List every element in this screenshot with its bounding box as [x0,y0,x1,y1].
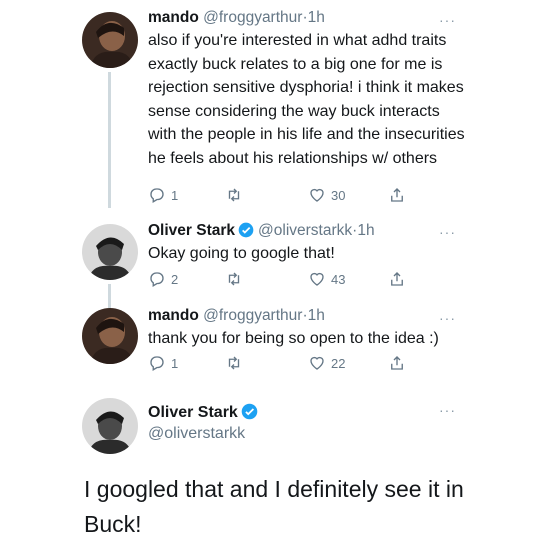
retweet-icon [228,356,240,370]
tweet-header: Oliver Stark @oliverstarkk·1h [148,221,468,241]
tweet-text: thank you for being so open to the idea … [148,330,439,347]
more-options-icon[interactable]: ··· [439,12,456,28]
more-options-icon[interactable]: ··· [439,402,456,418]
share-icon [391,272,403,286]
author-name[interactable]: mando [148,307,199,324]
heart-icon [310,272,324,286]
author-name[interactable]: Oliver Stark [148,404,238,421]
like-button[interactable]: 22 [308,354,345,372]
author-handle[interactable]: @froggyarthur [203,307,302,324]
tweet-header: mando @froggyarthur·1h [148,306,468,326]
like-count: 30 [331,187,346,203]
timestamp[interactable]: 1h [308,307,325,324]
tweet-body: mando @froggyarthur·1h thank you for bei… [148,306,468,351]
tweet-actions: 2 43 [148,270,418,292]
retweet-icon [228,188,240,202]
reply-count: 1 [171,187,179,203]
tweet-body: mando @froggyarthur·1h also if you're in… [148,8,468,171]
retweet-icon [228,272,240,286]
thread-line [108,72,111,208]
share-button[interactable] [388,354,406,372]
share-button[interactable] [388,270,406,288]
reply-button[interactable]: 1 [148,354,178,372]
main-tweet-header: Oliver Stark @oliverstarkk [148,402,262,444]
author-name[interactable]: mando [148,9,199,26]
reply-count: 2 [171,271,179,287]
tweet-actions: 1 22 [148,354,418,376]
like-count: 22 [331,355,346,371]
like-count: 43 [331,271,346,287]
reply-icon [150,356,164,371]
author-handle[interactable]: @oliverstarkk [148,423,262,444]
avatar[interactable] [82,398,138,454]
heart-icon [310,356,324,370]
author-name[interactable]: Oliver Stark [148,222,235,239]
reply-count: 1 [171,355,179,371]
like-button[interactable]: 43 [308,270,345,288]
reply-icon [150,272,164,287]
verified-badge-icon [238,222,254,238]
verified-badge-icon [241,403,258,420]
author-handle[interactable]: @oliverstarkk [258,222,352,239]
tweet-text: also if you're interested in what adhd t… [148,32,465,167]
avatar[interactable] [82,308,138,364]
timestamp[interactable]: 1h [308,9,325,26]
share-button[interactable] [388,186,406,204]
share-icon [391,356,403,370]
tweet-header: mando @froggyarthur·1h [148,8,468,28]
like-button[interactable]: 30 [308,186,345,204]
reply-button[interactable]: 1 [148,186,178,204]
avatar[interactable] [82,224,138,280]
tweet-text: Okay going to google that! [148,245,335,262]
more-options-icon[interactable]: ··· [439,310,456,326]
thread-line [108,284,111,308]
reply-button[interactable]: 2 [148,270,178,288]
share-icon [391,188,403,202]
retweet-button[interactable] [224,354,249,372]
retweet-button[interactable] [224,270,249,288]
retweet-button[interactable] [224,186,249,204]
main-tweet-text: I googled that and I definitely see it i… [84,476,464,537]
reply-icon [150,188,164,203]
more-options-icon[interactable]: ··· [439,224,456,240]
author-handle[interactable]: @froggyarthur [203,9,302,26]
tweet-actions: 1 30 [148,186,418,208]
avatar[interactable] [82,12,138,68]
tweet-body: Oliver Stark @oliverstarkk·1h Okay going … [148,221,468,266]
heart-icon [310,188,324,202]
timestamp[interactable]: 1h [357,222,374,239]
